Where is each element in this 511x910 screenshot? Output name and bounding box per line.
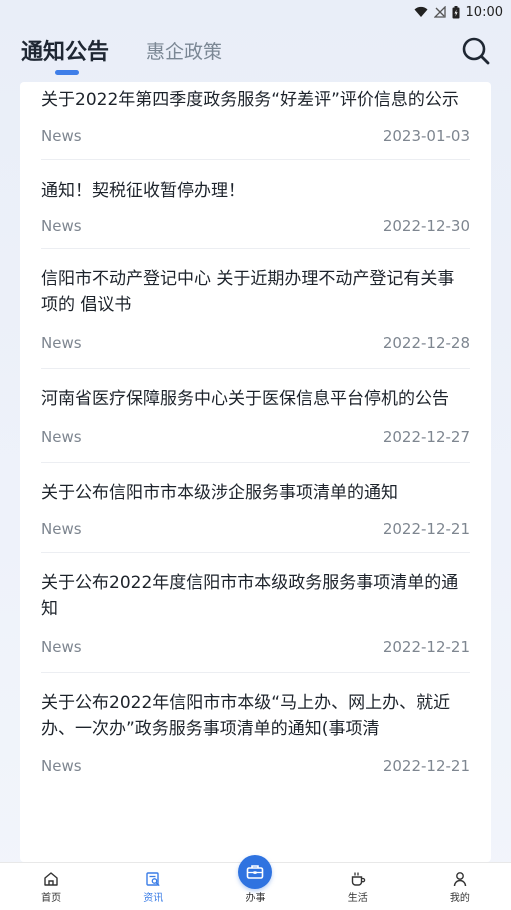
news-item[interactable]: 河南省医疗保障服务中心关于医保信息平台停机的公告 News 2022-12-27: [41, 369, 470, 463]
nav-item-profile[interactable]: 我的: [409, 863, 511, 910]
news-tag: News: [41, 520, 82, 538]
coffee-icon: [351, 872, 365, 886]
tab-notices[interactable]: 通知公告: [21, 34, 109, 66]
news-item[interactable]: 关于公布2022年度信阳市市本级政务服务事项清单的通知 News 2022-12…: [41, 553, 470, 673]
news-item[interactable]: 关于公布信阳市市本级涉企服务事项清单的通知 News 2022-12-21: [41, 463, 470, 553]
news-date: 2022-12-28: [382, 334, 470, 352]
search-icon: [462, 37, 490, 65]
phone-screen: 10:00 通知公告 惠企政策 关于2022年第四季度政务服务“好差评”评价信息…: [0, 0, 511, 910]
news-date: 2022-12-27: [382, 428, 470, 446]
news-meta: News 2022-12-21: [41, 742, 470, 790]
nav-label: 办事: [245, 893, 266, 904]
wifi-icon: [414, 6, 428, 17]
news-meta: News 2023-01-03: [41, 113, 470, 159]
tab-indicator: [55, 70, 79, 75]
services-fab-button[interactable]: [238, 855, 272, 889]
news-meta: News 2022-12-28: [41, 318, 470, 368]
nav-label: 资讯: [143, 893, 164, 904]
news-tag: News: [41, 428, 82, 446]
news-date: 2022-12-21: [382, 757, 470, 775]
news-meta: News 2022-12-30: [41, 204, 470, 248]
news-title: 关于公布信阳市市本级涉企服务事项清单的通知: [41, 483, 398, 503]
news-meta: News 2022-12-21: [41, 622, 470, 672]
news-title: 关于2022年第四季度政务服务“好差评”评价信息的公示: [41, 90, 459, 110]
status-time: 10:00: [465, 4, 503, 20]
news-item[interactable]: 通知！契税征收暂停办理！ News 2022-12-30: [41, 160, 470, 249]
news-tag: News: [41, 638, 82, 656]
news-meta: News 2022-12-27: [41, 412, 470, 462]
nav-item-news[interactable]: 资讯: [102, 863, 204, 910]
news-item[interactable]: 关于公布2022年信阳市市本级“马上办、网上办、就近办、一次办”政务服务事项清单…: [41, 673, 470, 790]
news-icon: [146, 872, 160, 886]
news-tag: News: [41, 127, 82, 145]
news-tag: News: [41, 334, 82, 352]
nav-item-life[interactable]: 生活: [307, 863, 409, 910]
tab-enterprise-policies[interactable]: 惠企政策: [146, 37, 222, 64]
no-signal-icon: [433, 6, 446, 18]
search-button[interactable]: [461, 36, 491, 66]
news-item[interactable]: 关于2022年第四季度政务服务“好差评”评价信息的公示 News 2023-01…: [41, 82, 470, 160]
header: 通知公告 惠企政策: [0, 24, 511, 82]
nav-item-home[interactable]: 首页: [0, 863, 102, 910]
nav-label: 首页: [41, 893, 62, 904]
news-tag: News: [41, 757, 82, 775]
news-title: 通知！契税征收暂停办理！: [41, 181, 245, 201]
news-meta: News 2022-12-21: [41, 506, 470, 552]
news-item[interactable]: 信阳市不动产登记中心 关于近期办理不动产登记有关事项的 倡议书 News 202…: [41, 249, 470, 369]
nav-label: 我的: [449, 893, 470, 904]
status-bar: 10:00: [0, 0, 511, 24]
news-date: 2023-01-03: [382, 127, 470, 145]
news-title: 信阳市不动产登记中心 关于近期办理不动产登记有关事项的 倡议书: [41, 269, 455, 315]
briefcase-icon: [246, 865, 264, 879]
news-title: 关于公布2022年信阳市市本级“马上办、网上办、就近办、一次办”政务服务事项清单…: [41, 693, 451, 739]
news-tag: News: [41, 217, 82, 235]
news-list: 关于2022年第四季度政务服务“好差评”评价信息的公示 News 2023-01…: [20, 82, 491, 862]
news-title: 河南省医疗保障服务中心关于医保信息平台停机的公告: [41, 389, 449, 409]
news-date: 2022-12-30: [382, 217, 470, 235]
user-icon: [453, 872, 467, 887]
nav-label: 生活: [347, 893, 368, 904]
home-icon: [44, 872, 58, 886]
battery-icon: [452, 5, 460, 18]
news-date: 2022-12-21: [382, 520, 470, 538]
news-date: 2022-12-21: [382, 638, 470, 656]
news-title: 关于公布2022年度信阳市市本级政务服务事项清单的通知: [41, 573, 459, 619]
